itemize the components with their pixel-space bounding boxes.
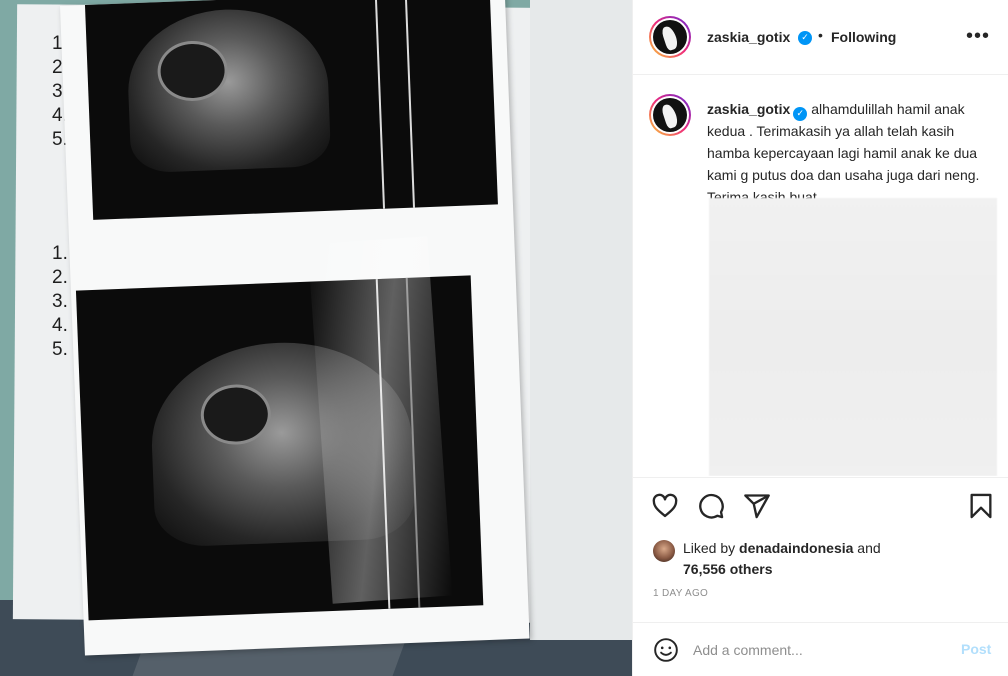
comment-input[interactable] xyxy=(693,637,943,663)
photo-light-glare xyxy=(307,236,453,604)
post-header: zaskia_gotix ✓ • Following ••• xyxy=(633,0,1008,75)
likes-line: Liked by denadaindonesia and xyxy=(683,538,881,559)
post-comment-button[interactable]: Post xyxy=(961,641,991,657)
caption-avatar[interactable] xyxy=(649,94,691,136)
ultrasound-print-strip xyxy=(60,0,530,656)
author-username[interactable]: zaskia_gotix xyxy=(707,29,790,45)
likes-summary: Liked by denadaindonesia and 76,556 othe… xyxy=(633,535,1008,583)
emoji-icon[interactable] xyxy=(653,637,679,663)
liker-avatar[interactable] xyxy=(653,540,675,562)
likes-conjunction: and xyxy=(857,540,881,556)
post-caption: zaskia_gotix ✓ alhamdulillah hamil anak ke… xyxy=(707,98,997,208)
header-separator: • xyxy=(818,27,823,43)
scan-cone xyxy=(125,5,332,174)
author-avatar[interactable] xyxy=(649,16,691,58)
scan-marker-line xyxy=(404,0,415,208)
more-options-icon[interactable]: ••• xyxy=(963,26,993,48)
blurred-overlay xyxy=(709,198,997,476)
share-icon[interactable] xyxy=(743,492,771,520)
post-photo[interactable]: 1. 2. 3. 4. 5. 1. 2. 3. 4. 5. xyxy=(0,0,632,676)
likes-others[interactable]: 76,556 others xyxy=(683,559,773,580)
post-timestamp[interactable]: 1 day ago xyxy=(653,588,708,599)
add-comment-bar: Post xyxy=(633,622,1008,676)
likes-prefix: Liked by xyxy=(683,540,736,556)
action-bar xyxy=(633,477,1008,537)
comments-section: zaskia_gotix ✓ alhamdulillah hamil anak ke… xyxy=(633,76,1008,476)
photo-paper-edge xyxy=(530,0,632,640)
bookmark-icon[interactable] xyxy=(967,492,995,520)
scan-marker-line xyxy=(374,0,386,209)
ultrasound-scan-top xyxy=(84,0,498,220)
comment-icon[interactable] xyxy=(697,492,725,520)
following-button[interactable]: Following xyxy=(831,29,896,45)
verified-badge-icon: ✓ xyxy=(793,107,808,121)
photo-list-bottom: 1. 2. 3. 4. 5. xyxy=(52,243,68,360)
liker-username[interactable]: denadaindonesia xyxy=(739,540,853,556)
heart-icon[interactable] xyxy=(651,492,679,520)
verified-badge-icon: ✓ xyxy=(798,31,812,45)
post-side-panel: zaskia_gotix ✓ • Following ••• zaskia_go… xyxy=(632,0,1008,676)
caption-username[interactable]: zaskia_gotix xyxy=(707,101,790,117)
